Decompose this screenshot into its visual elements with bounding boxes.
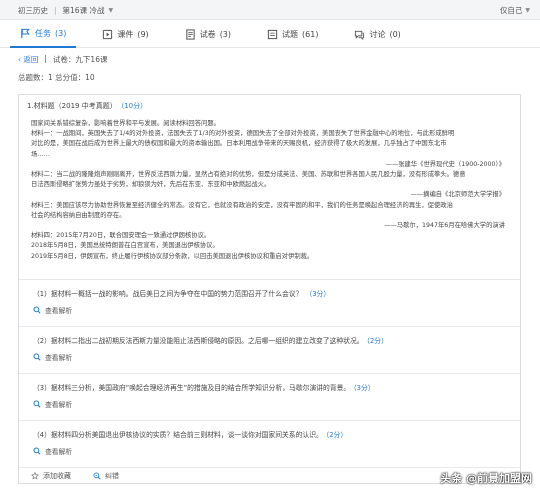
back-link[interactable]: ‹ 返回 bbox=[18, 54, 38, 65]
material-source: ——摘编自《北京师范大学学报》 bbox=[410, 191, 505, 199]
material-source: ——马歇尔，1947年6月在哈佛大学的演讲 bbox=[384, 222, 505, 230]
material-line: 社会的结构容纳自由制度的存在。 bbox=[31, 211, 126, 219]
view-analysis-label: 查看解析 bbox=[45, 448, 73, 456]
courseware-icon bbox=[102, 29, 113, 40]
tab-label: 讨论 bbox=[369, 29, 386, 39]
material-line: 材料二：当二战的隆隆炮声刚刚离开，世界反法西斯力量，显然占有绝对的优势，但是分成… bbox=[31, 171, 466, 179]
question-card: 1.材料题（2019 中考真题） （10分） 国家间关系错综复杂，影响着世界和平与… bbox=[18, 94, 521, 484]
question-title: 1.材料题（2019 中考真题） bbox=[27, 102, 117, 110]
question-icon bbox=[267, 29, 278, 40]
subquestion: （3）据材料三分析，美国政府“唤起合理经济再生”的措施及目的结合所学知识分析，马… bbox=[19, 373, 520, 420]
question-material: 国家间关系错综复杂，影响着世界和平与发展。阅读材料回答问题。 材料一：一战期间，… bbox=[31, 119, 515, 262]
material-source: ——张建华《世界现代史（1900-2000）》 bbox=[385, 160, 505, 168]
view-analysis-button[interactable]: 查看解析 bbox=[33, 352, 72, 362]
paper-icon bbox=[185, 28, 196, 40]
tab-papers[interactable]: 试卷 (3) bbox=[175, 20, 241, 48]
search-icon bbox=[33, 353, 41, 361]
subquestion-text: （2）据材料二指出二战初期反法西斯力量没能阻止法西斯侵略的原因。之后哪一组织的建… bbox=[33, 335, 388, 345]
subquestion-points: （2分） bbox=[366, 337, 388, 345]
lesson-selector[interactable]: 第16课 冷战 ▼ bbox=[63, 5, 114, 16]
back-label: 返回 bbox=[23, 55, 39, 64]
tab-label: 试题 bbox=[282, 29, 299, 39]
user-label: 仅自己 bbox=[499, 6, 523, 15]
material-line: 2018年5月8日，美国总统特朗普在白宫宣布，美国退出伊核协议。 bbox=[31, 242, 219, 250]
tab-count: (3) bbox=[55, 28, 67, 38]
discussion-icon bbox=[354, 29, 365, 40]
flag-icon bbox=[20, 28, 31, 39]
tab-bar: 任务 (3) 课件 (9) 试卷 (3) 试题 (61) 讨论 (0) bbox=[0, 20, 540, 48]
view-analysis-label: 查看解析 bbox=[45, 354, 73, 362]
tab-count: (9) bbox=[137, 29, 149, 39]
question-header: 1.材料题（2019 中考真题） （10分） bbox=[27, 101, 147, 111]
material-line: 国家间关系错综复杂，影响着世界和平与发展。阅读材料回答问题。 bbox=[31, 120, 220, 127]
user-visibility-selector[interactable]: 仅自己 ▼ bbox=[500, 5, 530, 16]
tab-count: (61) bbox=[302, 29, 319, 39]
subquestion-points: （3分） bbox=[305, 290, 331, 298]
tab-discussion[interactable]: 讨论 (0) bbox=[344, 20, 410, 48]
report-error-label: 纠错 bbox=[105, 472, 119, 480]
view-analysis-button[interactable]: 查看解析 bbox=[33, 399, 72, 409]
subquestion-points: （2分） bbox=[325, 431, 348, 439]
subquestion-text: （4）据材料四分析美国退出伊核协议的实质？结合前三则材料，谈一谈你对国家间关系的… bbox=[33, 429, 347, 439]
add-favorite-label: 添加收藏 bbox=[43, 472, 71, 480]
subquestion: （1）据材料一概括一战的影响。战后美日之间为争夺在中国的势力范围召开了什么会议？… bbox=[19, 279, 520, 326]
tab-label: 试卷 bbox=[199, 29, 216, 39]
add-favorite-button[interactable]: 添加收藏 bbox=[31, 471, 71, 481]
view-analysis-button[interactable]: 查看解析 bbox=[33, 446, 72, 456]
subquestion: （2）据材料二指出二战初期反法西斯力量没能阻止法西斯侵略的原因。之后哪一组织的建… bbox=[19, 326, 520, 373]
tab-count: (0) bbox=[389, 29, 401, 39]
report-error-button[interactable]: 纠错 bbox=[93, 471, 119, 481]
view-analysis-label: 查看解析 bbox=[45, 307, 73, 315]
subquestion-prompt: （1）据材料一概括一战的影响。战后美日之间为争夺在中国的势力范围召开了什么会议？ bbox=[33, 290, 303, 298]
breadcrumb-subject[interactable]: 初三历史 bbox=[18, 5, 48, 16]
subquestion-text: （1）据材料一概括一战的影响。战后美日之间为争夺在中国的势力范围召开了什么会议？… bbox=[33, 288, 330, 298]
breadcrumb: 初三历史 | 第16课 冷战 ▼ bbox=[18, 5, 113, 16]
question-score: （10分） bbox=[120, 102, 148, 110]
subquestion-prompt: （3）据材料三分析，美国政府“唤起合理经济再生”的措施及目的结合所学知识分析，马… bbox=[33, 384, 351, 392]
watermark: 头条 @前景加盟网 bbox=[440, 470, 532, 486]
tab-label: 课件 bbox=[117, 29, 134, 39]
search-icon bbox=[33, 400, 41, 408]
material-line: 对比的是，美国在战后成为世界上最大的债权国和最大的资本输出国。日本利用战争带来的… bbox=[31, 140, 447, 148]
material-line: 场…… bbox=[31, 150, 50, 158]
subquestion-prompt: （2）据材料二指出二战初期反法西斯力量没能阻止法西斯侵略的原因。之后哪一组织的建… bbox=[33, 337, 364, 345]
view-analysis-label: 查看解析 bbox=[45, 401, 73, 409]
star-icon bbox=[31, 472, 39, 480]
error-report-icon bbox=[93, 472, 101, 480]
subquestion: （4）据材料四分析美国退出伊核协议的实质？结合前三则材料，谈一谈你对国家间关系的… bbox=[19, 420, 520, 467]
tab-label: 任务 bbox=[35, 28, 51, 38]
material-line: 材料三：美国应该尽力协助世界恢复至经济健全的常态。没有它，也就没有政治的安定，没… bbox=[31, 201, 453, 209]
material-line: 2019年5月8日，伊朗宣布，终止履行伊核协议部分条款，以回击美国退出伊核协议和… bbox=[31, 252, 314, 260]
breadcrumb-separator: | bbox=[54, 6, 57, 15]
lesson-label: 第16课 冷战 bbox=[62, 6, 105, 15]
paper-nav: ‹ 返回 | 试卷：九下16课 bbox=[18, 54, 107, 65]
material-line: 日法西斯侵略扩张势力虽处于劣势，却狼狈为奸，先后在东亚、东亚和中欧燃起战火。 bbox=[31, 181, 271, 189]
subquestion-prompt: （4）据材料四分析美国退出伊核协议的实质？结合前三则材料，谈一谈你对国家间关系的… bbox=[33, 431, 323, 439]
chevron-down-icon: ▼ bbox=[108, 7, 114, 14]
search-icon bbox=[33, 447, 41, 455]
paper-summary: 总题数：1 总分值：10 bbox=[18, 73, 95, 82]
tab-courseware[interactable]: 课件 (9) bbox=[92, 20, 158, 48]
watermark-text: 头条 @前景加盟网 bbox=[440, 472, 532, 485]
chevron-down-icon: ▼ bbox=[525, 7, 530, 14]
material-line: 材料四：2015年7月20日，联合国安理会一致通过伊朗核协议。 bbox=[31, 232, 211, 240]
subquestion-points: （3分） bbox=[353, 384, 375, 392]
tab-count: (3) bbox=[219, 29, 232, 39]
tab-questions[interactable]: 试题 (61) bbox=[257, 20, 328, 48]
search-icon bbox=[33, 306, 41, 314]
separator: | bbox=[44, 54, 47, 63]
view-analysis-button[interactable]: 查看解析 bbox=[33, 305, 72, 315]
tab-tasks[interactable]: 任务 (3) bbox=[10, 20, 77, 48]
paper-title: 试卷：九下16课 bbox=[52, 55, 108, 64]
subquestion-text: （3）据材料三分析，美国政府“唤起合理经济再生”的措施及目的结合所学知识分析，马… bbox=[33, 382, 375, 392]
top-bar: 初三历史 | 第16课 冷战 ▼ 仅自己 ▼ bbox=[0, 0, 540, 20]
material-line: 材料一：一战期间，英国失去了1/4的对外投资，法国失去了1/3的对外投资，德国失… bbox=[31, 130, 455, 138]
